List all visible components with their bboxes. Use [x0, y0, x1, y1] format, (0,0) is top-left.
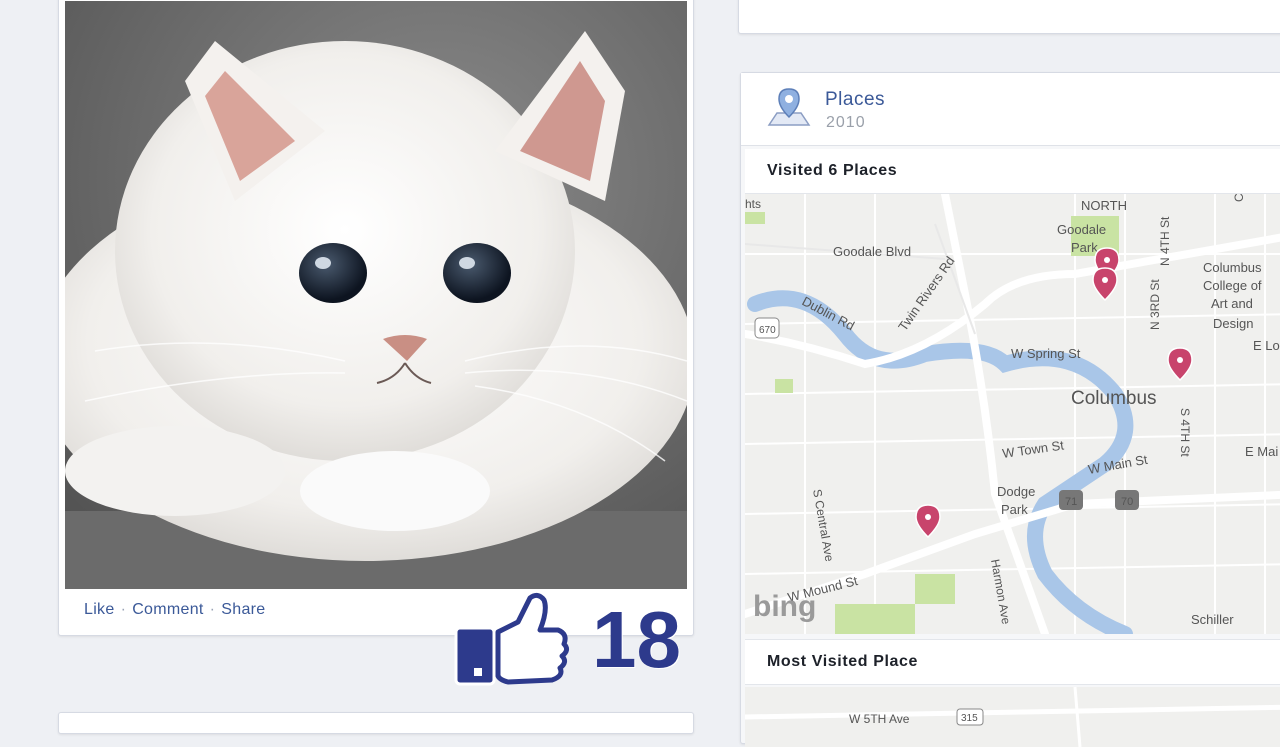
share-link[interactable]: Share	[221, 601, 265, 618]
places-map[interactable]: hts NORTH Goodale Park Goodale Blvd Dubl…	[745, 194, 1280, 634]
map-label: Design	[1213, 316, 1253, 331]
map-label: Goodale Blvd	[833, 244, 911, 259]
map-label: Art and	[1211, 296, 1253, 311]
next-post-card	[58, 712, 694, 734]
places-title[interactable]: Places	[825, 89, 885, 111]
map-label: Dodge	[997, 484, 1035, 499]
separator: ·	[120, 601, 127, 618]
places-year: 2010	[826, 114, 866, 131]
bing-logo: bing	[753, 590, 816, 623]
map-label: Park	[1071, 240, 1098, 255]
map-label: hts	[745, 197, 761, 211]
road-shield-label: 315	[961, 713, 978, 724]
comment-link[interactable]: Comment	[132, 601, 203, 618]
most-visited-label: Most Visited Place	[767, 653, 919, 670]
map-label: Park	[1001, 502, 1028, 517]
map-label: Cle	[1232, 194, 1246, 202]
map-label: NORTH	[1081, 198, 1127, 213]
most-visited-map[interactable]: W 5TH Ave 315	[745, 687, 1280, 747]
photo-post: Like · Comment · Share	[58, 0, 694, 636]
map-label: Goodale	[1057, 222, 1106, 237]
map-label: Schiller	[1191, 612, 1234, 627]
places-card: Places 2010 Visited 6 Places hts NORTH G…	[740, 72, 1280, 747]
map-pin-icon	[767, 88, 811, 126]
road-shield-label: 71	[1065, 496, 1077, 508]
like-link[interactable]: Like	[84, 601, 115, 618]
separator: ·	[209, 601, 216, 618]
map-label: E Long	[1253, 338, 1280, 353]
road-shield-label: 70	[1121, 496, 1133, 508]
map-label: W 5TH Ave	[849, 712, 910, 726]
post-actions: Like · Comment · Share	[84, 601, 266, 619]
visited-label: Visited 6 Places	[767, 162, 898, 179]
map-label: N 4TH St	[1158, 216, 1172, 266]
road-shield-label: 670	[759, 325, 776, 336]
places-header: Places 2010	[741, 73, 1280, 146]
map-label: S 4TH St	[1178, 408, 1192, 457]
previous-card	[738, 0, 1280, 34]
visited-section-header: Visited 6 Places	[745, 149, 1280, 194]
most-visited-section-header: Most Visited Place	[745, 639, 1280, 685]
map-label: E Mai	[1245, 444, 1278, 459]
map-label: W Spring St	[1011, 346, 1081, 361]
map-label: N 3RD St	[1148, 279, 1162, 330]
map-label: Columbus	[1203, 260, 1262, 275]
map-label: Columbus	[1071, 388, 1157, 409]
map-label: College of	[1203, 278, 1262, 293]
kitten-photo[interactable]	[65, 1, 687, 589]
like-count: 18	[592, 595, 681, 684]
